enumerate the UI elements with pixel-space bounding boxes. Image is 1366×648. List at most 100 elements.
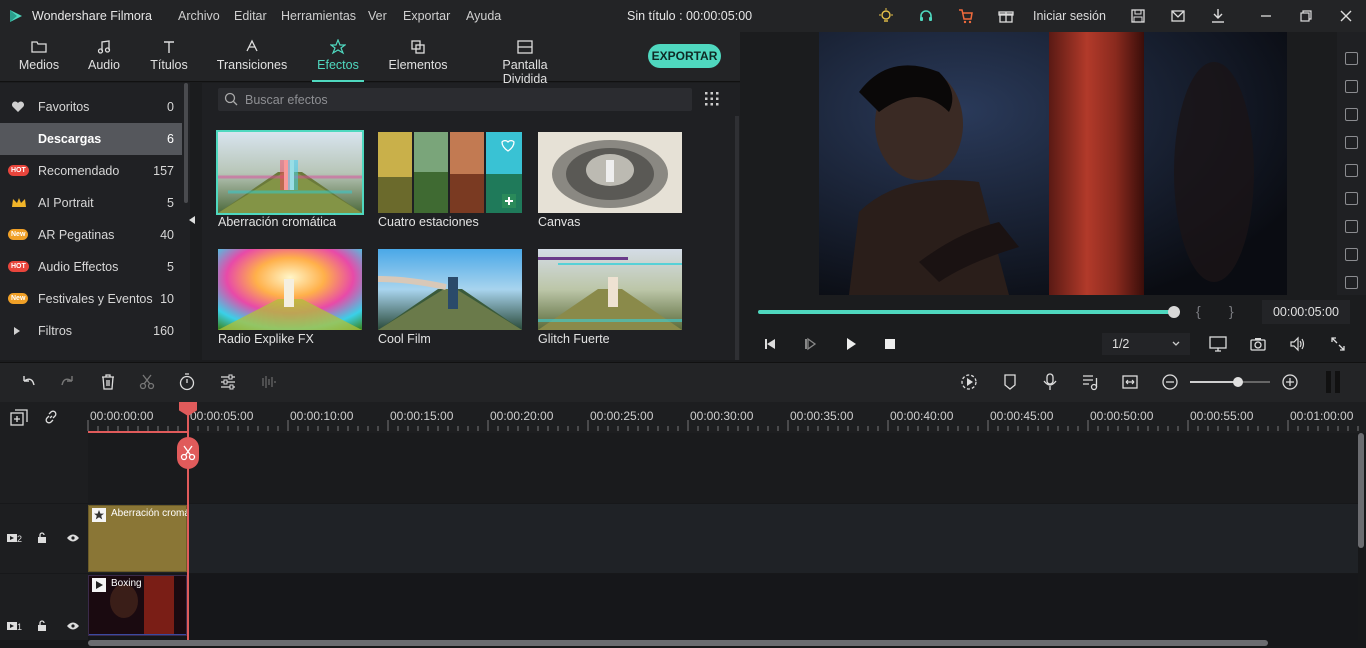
grid-view-icon[interactable] — [705, 92, 719, 106]
tab-efectos[interactable]: Efectos — [312, 32, 364, 82]
menu-editar[interactable]: Editar — [234, 9, 267, 23]
audio-mixer-icon[interactable] — [1081, 373, 1099, 391]
add-track-icon[interactable] — [10, 409, 28, 427]
menu-ver[interactable]: Ver — [368, 9, 387, 23]
marker-checkbox[interactable] — [1345, 248, 1358, 261]
zoom-in-icon[interactable] — [1281, 373, 1299, 391]
effect-thumb-aberracion[interactable] — [216, 130, 364, 215]
lock-icon[interactable] — [37, 532, 47, 544]
effect-thumb-cuatro-estaciones[interactable] — [378, 132, 522, 213]
mail-icon[interactable] — [1170, 8, 1186, 24]
download-icon[interactable] — [1210, 8, 1226, 24]
restore-icon[interactable] — [1298, 8, 1314, 24]
marker-checkbox[interactable] — [1345, 52, 1358, 65]
adjust-icon[interactable] — [219, 373, 237, 391]
sidebar-item-favoritos[interactable]: Favoritos 0 — [0, 91, 182, 123]
sidebar-item-descargas[interactable]: Descargas 6 — [0, 123, 182, 155]
timeline-zoom-handle[interactable] — [1233, 377, 1243, 387]
undo-icon[interactable] — [20, 373, 38, 391]
effect-thumb-glitch-fuerte[interactable] — [538, 249, 682, 330]
marker-checkbox[interactable] — [1345, 136, 1358, 149]
timeline-horizontal-scrollbar[interactable] — [88, 640, 1268, 646]
split-at-playhead-button[interactable] — [177, 437, 199, 469]
playback-scrubber[interactable] — [1168, 306, 1180, 318]
timeline-track-2[interactable] — [88, 504, 1358, 573]
timeline-empty-track[interactable] — [88, 433, 1358, 503]
sidebar-item-festivales[interactable]: New Festivales y Eventos 10 — [0, 283, 182, 315]
previous-frame-icon[interactable] — [762, 336, 778, 352]
preview-zoom-select[interactable]: 1/2 — [1102, 333, 1190, 355]
sidebar-scrollbar[interactable] — [184, 83, 188, 203]
effect-thumb-canvas[interactable] — [538, 132, 682, 213]
microphone-icon[interactable] — [1041, 373, 1059, 391]
delete-icon[interactable] — [99, 373, 117, 391]
marker-checkbox[interactable] — [1345, 80, 1358, 93]
cut-icon[interactable] — [138, 373, 156, 391]
tab-transiciones[interactable]: Transiciones — [215, 32, 289, 82]
search-input[interactable]: Buscar efectos — [218, 88, 692, 111]
sidebar-item-count: 5 — [167, 196, 174, 210]
timeline-vertical-scrollbar[interactable] — [1358, 433, 1364, 548]
mark-out-button[interactable]: } — [1229, 303, 1234, 319]
stop-icon[interactable] — [882, 336, 898, 352]
marker-icon[interactable] — [1001, 373, 1019, 391]
redo-icon[interactable] — [58, 373, 76, 391]
tab-pantalla-dividida[interactable]: Pantalla Dividida — [480, 32, 570, 86]
tab-titulos[interactable]: Títulos — [144, 32, 194, 82]
play-icon[interactable] — [843, 336, 859, 352]
sidebar-item-ai-portrait[interactable]: AI Portrait 5 — [0, 187, 182, 219]
tab-audio[interactable]: Audio — [80, 32, 128, 82]
lock-icon[interactable] — [37, 620, 47, 632]
timeline-track-1[interactable] — [88, 574, 1358, 640]
volume-icon[interactable] — [1290, 336, 1306, 352]
marker-checkbox[interactable] — [1345, 192, 1358, 205]
marker-checkbox[interactable] — [1345, 276, 1358, 289]
timeline-zoom-slider[interactable] — [1190, 381, 1270, 383]
menu-ayuda[interactable]: Ayuda — [466, 9, 501, 23]
fit-timeline-icon[interactable] — [1121, 373, 1139, 391]
menu-archivo[interactable]: Archivo — [178, 9, 220, 23]
audio-wave-icon[interactable] — [258, 373, 276, 391]
fullscreen-icon[interactable] — [1330, 336, 1346, 352]
effects-scrollbar[interactable] — [735, 116, 739, 360]
cart-icon[interactable] — [958, 8, 974, 24]
menu-exportar[interactable]: Exportar — [403, 9, 450, 23]
save-icon[interactable] — [1130, 8, 1146, 24]
minimize-icon[interactable] — [1258, 8, 1274, 24]
mark-in-button[interactable]: { — [1196, 303, 1201, 319]
sidebar-item-filtros[interactable]: Filtros 160 — [0, 315, 182, 347]
eye-icon[interactable] — [67, 622, 79, 630]
video-track-icon — [7, 622, 17, 630]
next-frame-icon[interactable] — [802, 336, 818, 352]
effect-thumb-cool-film[interactable] — [378, 249, 522, 330]
link-icon[interactable] — [43, 409, 59, 425]
timeline-pause-icon[interactable] — [1326, 371, 1342, 393]
marker-checkbox[interactable] — [1345, 164, 1358, 177]
render-preview-icon[interactable] — [960, 373, 978, 391]
tab-medios[interactable]: Medios — [12, 32, 66, 82]
login-link[interactable]: Iniciar sesión — [1033, 9, 1106, 23]
playback-progress-bar[interactable] — [758, 310, 1174, 314]
tab-label: Medios — [18, 58, 60, 72]
export-button[interactable]: EXPORTAR — [648, 44, 721, 68]
sidebar-item-audio-effectos[interactable]: HOT Audio Effectos 5 — [0, 251, 182, 283]
zoom-out-icon[interactable] — [1161, 373, 1179, 391]
marker-checkbox[interactable] — [1345, 220, 1358, 233]
sidebar-item-ar-pegatinas[interactable]: New AR Pegatinas 40 — [0, 219, 182, 251]
effect-thumb-radio-explike[interactable] — [218, 249, 362, 330]
effect-clip[interactable]: Aberración cromática — [88, 505, 187, 572]
headset-icon[interactable] — [918, 8, 934, 24]
lightbulb-icon[interactable] — [878, 8, 894, 24]
sidebar-item-recomendado[interactable]: HOT Recomendado 157 — [0, 155, 182, 187]
display-icon[interactable] — [1209, 336, 1227, 352]
snapshot-icon[interactable] — [1250, 336, 1266, 352]
speed-timer-icon[interactable] — [178, 373, 196, 391]
eye-icon[interactable] — [67, 534, 79, 542]
collapse-sidebar-icon[interactable] — [189, 216, 195, 224]
marker-checkbox[interactable] — [1345, 108, 1358, 121]
menu-herramientas[interactable]: Herramientas — [281, 9, 356, 23]
gift-icon[interactable] — [998, 8, 1014, 24]
video-clip[interactable]: Boxing — [88, 575, 187, 636]
tab-elementos[interactable]: Elementos — [386, 32, 450, 82]
close-icon[interactable] — [1338, 8, 1354, 24]
